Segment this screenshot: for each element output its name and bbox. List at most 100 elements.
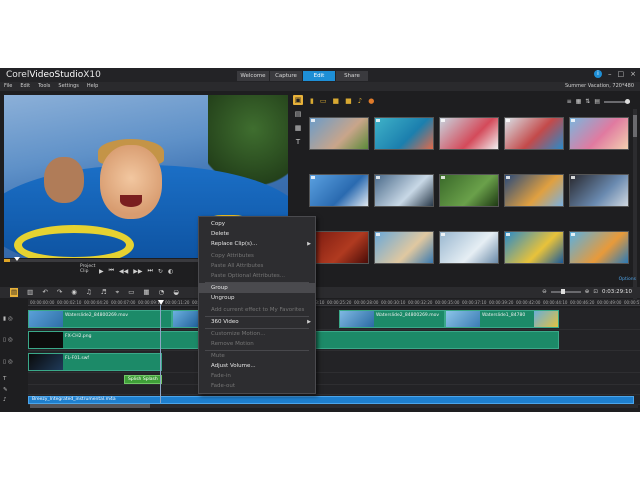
overlay-track-1-visibility-icon[interactable]: ◎ <box>8 337 13 343</box>
previous-frame-icon[interactable]: ◀◀ <box>119 268 128 275</box>
video-clip-2[interactable]: Waterslide2_84800269.mov <box>339 310 445 328</box>
menu-item-group[interactable]: Group <box>199 283 315 293</box>
sort-icon[interactable]: ⇅ <box>585 98 590 105</box>
library-thumbnail[interactable] <box>374 231 434 264</box>
library-thumbnail[interactable] <box>309 174 369 207</box>
video-clip-3[interactable]: Waterslide1_84780 <box>445 310 559 328</box>
menu-item-paste-optional-attributes[interactable]: Paste Optional Attributes... <box>199 271 315 281</box>
menu-help[interactable]: Help <box>87 83 98 89</box>
voice-track-icon[interactable]: ✎ <box>3 387 8 393</box>
minimize-icon[interactable]: – <box>608 70 612 78</box>
video-track-visibility-icon[interactable]: ◎ <box>8 316 13 322</box>
menu-file[interactable]: File <box>4 83 12 89</box>
mode-clip[interactable]: Clip <box>80 269 95 274</box>
overlay-track-2-visibility-icon[interactable]: ◎ <box>8 359 13 365</box>
library-thumbnail[interactable] <box>569 174 629 207</box>
timeline-scrollbar[interactable] <box>30 404 638 408</box>
library-thumbnail[interactable] <box>504 117 564 150</box>
menu-item-customize-motion[interactable]: Customize Motion... <box>199 329 315 339</box>
menu-item-replace-clips[interactable]: Replace Clip(s)... ▶ <box>199 239 315 249</box>
media-icon[interactable]: ▣ <box>293 95 303 105</box>
menu-item-paste-all-attributes[interactable]: Paste All Attributes <box>199 261 315 271</box>
next-frame-icon[interactable]: ▶▶ <box>133 268 142 275</box>
info-icon[interactable]: i <box>594 70 602 78</box>
zoom-in-icon[interactable]: ⊕ <box>585 289 590 295</box>
auto-music-icon[interactable]: ♬ <box>101 288 107 297</box>
show-videos-icon[interactable]: ■ <box>332 97 339 105</box>
title-icon[interactable]: T <box>293 137 303 147</box>
library-thumbnail[interactable] <box>374 117 434 150</box>
tab-edit[interactable]: Edit <box>303 71 335 81</box>
timeline-ruler[interactable]: 00:00:00:00 00:00:02:10 00:00:04:20 00:00:0… <box>28 299 640 306</box>
thumbnail-view-icon[interactable]: ▦ <box>576 98 582 105</box>
tab-capture[interactable]: Capture <box>270 71 302 81</box>
sound-mixer-icon[interactable]: ♫ <box>86 288 92 297</box>
library-thumbnail[interactable] <box>504 231 564 264</box>
menu-item-remove-motion[interactable]: Remove Motion <box>199 339 315 349</box>
library-scrollbar[interactable] <box>633 109 637 299</box>
title-track-icon[interactable]: T <box>3 376 6 382</box>
library-thumbnail[interactable] <box>569 117 629 150</box>
menu-settings[interactable]: Settings <box>58 83 79 89</box>
time-remapping-icon[interactable]: ◔ <box>159 288 165 297</box>
mask-creator-icon[interactable]: ◒ <box>173 288 179 297</box>
library-thumbnail[interactable] <box>309 117 369 150</box>
home-icon[interactable]: ⏮ <box>109 267 114 275</box>
menu-item-copy[interactable]: Copy <box>199 219 315 229</box>
title-clip[interactable]: Splish Splash <box>124 375 162 384</box>
menu-item-mute[interactable]: Mute <box>199 351 315 361</box>
show-audio-icon[interactable]: ♪ <box>358 97 362 105</box>
music-track-icon[interactable]: ♪ <box>3 397 7 403</box>
tab-share[interactable]: Share <box>336 71 368 81</box>
scrubber-handle[interactable] <box>14 257 20 261</box>
menu-item-copy-attributes[interactable]: Copy Attributes <box>199 251 315 261</box>
instant-project-icon[interactable]: ▤ <box>293 109 303 119</box>
menu-item-adjust-volume[interactable]: Adjust Volume... <box>199 361 315 371</box>
close-icon[interactable]: × <box>630 70 636 78</box>
library-thumbnail[interactable] <box>569 231 629 264</box>
record-icon[interactable]: ◉ <box>71 288 77 297</box>
add-folder-icon[interactable]: ▮ <box>310 97 314 105</box>
audio-clip[interactable]: Breezy_Integrated_instrumental.m4a <box>28 396 634 404</box>
timeline-zoom-knob[interactable] <box>560 289 565 294</box>
fit-project-icon[interactable]: ⊡ <box>593 289 598 295</box>
zoom-out-icon[interactable]: ⊖ <box>542 289 547 295</box>
timeline-scroll-thumb[interactable] <box>30 404 150 408</box>
menu-item-fade-out[interactable]: Fade-out <box>199 381 315 391</box>
play-icon[interactable]: ▶ <box>99 268 104 275</box>
undo-icon[interactable]: ↶ <box>42 288 47 297</box>
multi-camera-icon[interactable]: ▦ <box>143 288 149 297</box>
library-thumbnail[interactable] <box>309 231 369 264</box>
subtitle-editor-icon[interactable]: ▭ <box>128 288 134 297</box>
library-thumbnail[interactable] <box>374 174 434 207</box>
thumbnail-size-slider[interactable] <box>604 98 630 104</box>
fx-icon[interactable]: ● <box>368 97 374 105</box>
menu-item-add-to-favorites[interactable]: Add current effect to My Favorites <box>199 305 315 315</box>
volume-icon[interactable]: ◐ <box>168 268 173 275</box>
menu-item-360-video[interactable]: 360 Video ▶ <box>199 317 315 327</box>
repeat-icon[interactable]: ↻ <box>158 268 163 275</box>
storyboard-view-icon[interactable]: ▥ <box>27 288 33 297</box>
library-options-button[interactable]: Options <box>619 277 636 282</box>
video-track-icon[interactable]: ▮ <box>3 316 6 322</box>
library-scroll-thumb[interactable] <box>633 115 637 137</box>
import-icon[interactable]: ▭ <box>320 97 327 105</box>
timeline-playhead[interactable] <box>158 300 164 305</box>
library-thumbnail[interactable] <box>439 117 499 150</box>
thumbnail-size-knob[interactable] <box>625 98 630 104</box>
maximize-icon[interactable]: □ <box>618 70 625 78</box>
menu-edit[interactable]: Edit <box>20 83 30 89</box>
end-icon[interactable]: ⏭ <box>148 267 153 275</box>
redo-icon[interactable]: ↷ <box>57 288 62 297</box>
transition-icon[interactable]: ▦ <box>293 123 303 133</box>
list-view-icon[interactable]: ≡ <box>567 98 572 105</box>
library-thumbnail[interactable] <box>504 174 564 207</box>
overlay-track-2-icon[interactable]: ▯ <box>3 359 6 365</box>
video-clip-1[interactable]: Waterslide2_84800269.mov <box>28 310 172 328</box>
timeline-zoom-slider[interactable] <box>550 289 581 294</box>
motion-tracking-icon[interactable]: ⌖ <box>116 288 120 297</box>
show-photos-icon[interactable]: ■ <box>345 97 352 105</box>
tab-welcome[interactable]: Welcome <box>237 71 269 81</box>
overlay-clip-2[interactable]: FL-F01.swf <box>28 353 162 371</box>
menu-item-ungroup[interactable]: Ungroup <box>199 293 315 303</box>
